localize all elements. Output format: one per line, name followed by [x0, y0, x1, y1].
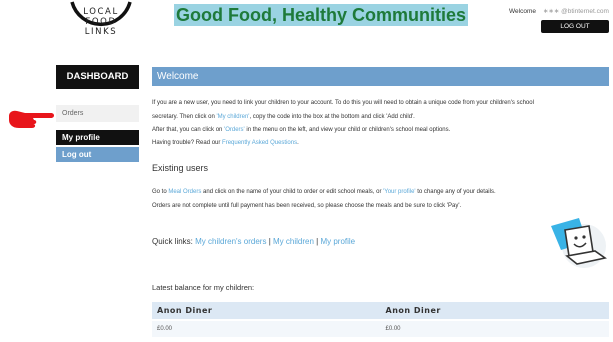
intro-text: secretary. Then click on	[152, 114, 217, 120]
logo-line-2: FOOD	[85, 17, 117, 27]
sidebar-item-my-profile[interactable]: My profile	[56, 130, 139, 145]
existing-text: Go to	[152, 189, 169, 195]
quick-links: Quick links: My children's orders | My c…	[152, 237, 355, 246]
intro-text: .	[297, 140, 299, 146]
quick-links-label: Quick links:	[152, 237, 196, 246]
existing-line-1: Go to Meal Orders and click on the name …	[152, 188, 496, 196]
intro-text: , copy the code into the box at the bott…	[249, 114, 415, 120]
existing-line-2: Orders are not complete until full payme…	[152, 203, 462, 209]
dashboard-button[interactable]: DASHBOARD	[56, 65, 139, 89]
intro-line-4: Having trouble? Read our Frequently Aske…	[152, 139, 299, 147]
intro-line-2: secretary. Then click on 'My children', …	[152, 113, 415, 121]
balance-table: Anon Diner Anon Diner £0.00 £0.00	[152, 302, 609, 337]
child-name-header[interactable]: Anon Diner	[381, 302, 610, 319]
balance-table-row: £0.00 £0.00	[152, 321, 609, 337]
separator: |	[316, 237, 319, 246]
separator: |	[268, 237, 271, 246]
quick-link-my-profile[interactable]: My profile	[320, 237, 355, 246]
your-profile-link[interactable]: 'Your profile'	[383, 189, 415, 195]
intro-line-1: If you are a new user, you need to link …	[152, 100, 534, 106]
sidebar-item-orders[interactable]: Orders	[56, 105, 139, 122]
intro-text: in the menu on the left, and view your c…	[244, 127, 451, 133]
existing-text: and click on the name of your child to o…	[201, 189, 384, 195]
child-name-header[interactable]: Anon Diner	[152, 302, 381, 319]
hand-pointer-icon	[9, 110, 54, 128]
balance-value: £0.00	[157, 326, 173, 332]
existing-users-heading: Existing users	[152, 163, 209, 173]
existing-text: to change any of your details.	[415, 189, 496, 195]
logo-line-1: LOCAL	[83, 7, 119, 17]
logout-button[interactable]: LOG OUT	[541, 20, 609, 33]
intro-text: Having trouble? Read our	[152, 140, 223, 146]
laptop-smiley-icon[interactable]	[549, 218, 611, 270]
intro-line-3: After that, you can click on 'Orders' in…	[152, 126, 450, 134]
logo-line-3: LINKS	[84, 27, 118, 37]
sidebar-item-log-out[interactable]: Log out	[56, 147, 139, 162]
welcome-line: Welcome ∗∗∗ @btinternet.com	[509, 7, 609, 15]
balance-table-header: Anon Diner Anon Diner	[152, 302, 609, 319]
balance-value: £0.00	[385, 326, 401, 332]
local-food-links-logo[interactable]: LOCAL FOOD LINKS	[66, 0, 136, 46]
intro-text: After that, you can click on	[152, 127, 225, 133]
user-email: ∗∗∗ @btinternet.com	[542, 8, 609, 15]
faq-link[interactable]: Frequently Asked Questions	[222, 140, 297, 146]
my-children-link[interactable]: 'My children'	[216, 114, 249, 120]
quick-link-my-children[interactable]: My children	[273, 237, 314, 246]
quick-link-my-childrens-orders[interactable]: My children's orders	[195, 237, 266, 246]
site-title: Good Food, Healthy Communities	[174, 4, 469, 26]
meal-orders-link[interactable]: Meal Orders	[168, 189, 201, 195]
welcome-heading: Welcome	[152, 67, 609, 86]
orders-link[interactable]: 'Orders'	[224, 127, 245, 133]
welcome-label: Welcome	[509, 8, 536, 15]
balance-heading: Latest balance for my children:	[152, 283, 255, 292]
